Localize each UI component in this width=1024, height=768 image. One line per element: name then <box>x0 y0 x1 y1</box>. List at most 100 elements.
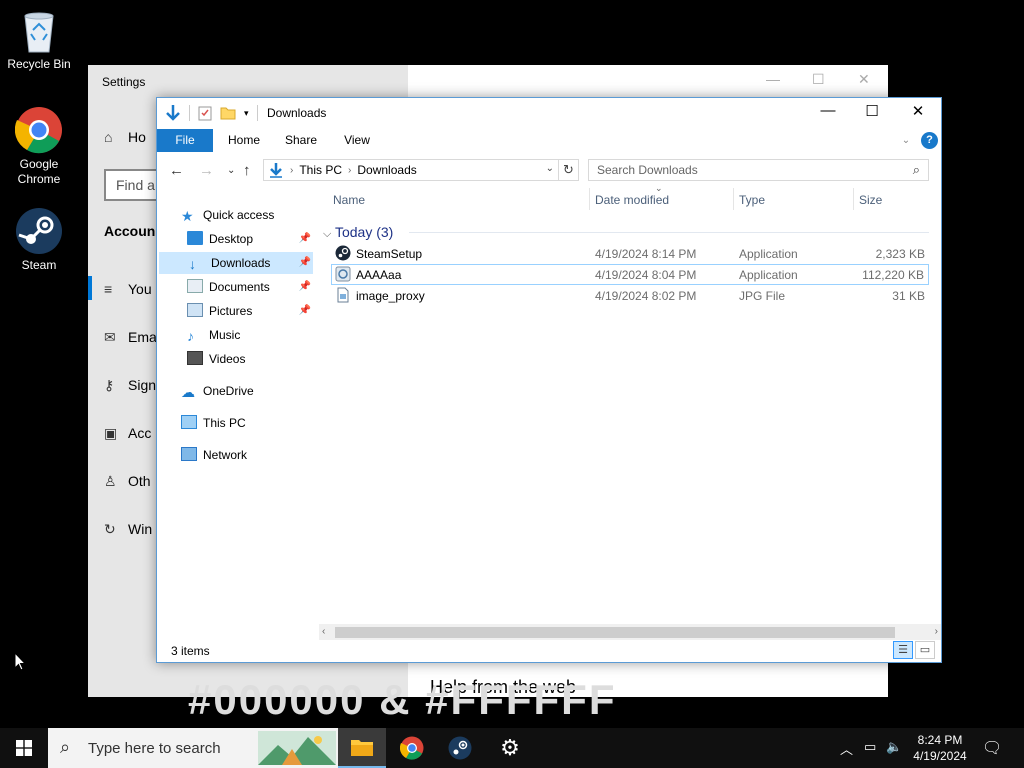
tray-overflow-chevron-icon[interactable]: ︿ <box>840 739 853 758</box>
taskbar-chrome[interactable] <box>388 728 436 768</box>
file-type: Application <box>739 268 798 282</box>
tab-file[interactable]: File <box>157 129 213 152</box>
settings-minimize-button[interactable]: — <box>766 71 780 87</box>
recent-locations-icon[interactable]: ⌄ <box>227 165 235 176</box>
settings-item-other-users[interactable]: ♙ Oth <box>104 473 151 490</box>
nav-onedrive[interactable]: ☁ OneDrive <box>181 380 254 402</box>
large-icons-view-icon[interactable]: ▭ <box>915 641 935 659</box>
briefcase-icon: ▣ <box>104 425 118 441</box>
tab-home[interactable]: Home <box>219 129 269 152</box>
settings-maximize-button[interactable]: ☐ <box>812 71 825 88</box>
column-header-name[interactable]: Name <box>333 193 365 207</box>
scrollbar-thumb[interactable] <box>335 627 895 638</box>
column-header-type[interactable]: Type <box>739 193 765 207</box>
nav-quick-access[interactable]: ★ Quick access <box>181 204 274 226</box>
taskbar-settings[interactable]: ⚙ <box>486 728 534 768</box>
nav-music[interactable]: ♪ Music <box>187 324 240 346</box>
desktop-icon-label: Recycle Bin <box>7 57 71 71</box>
volume-muted-icon[interactable]: 🔈 <box>886 739 902 755</box>
settings-item-access[interactable]: ▣ Acc <box>104 425 151 442</box>
table-row[interactable]: image_proxy 4/19/2024 8:02 PM JPG File 3… <box>331 286 929 307</box>
address-bar[interactable]: › This PC › Downloads ⌄ <box>263 159 559 181</box>
person-add-icon: ♙ <box>104 473 117 489</box>
pin-icon[interactable]: 📌 <box>299 228 311 250</box>
cloud-icon: ☁ <box>181 384 195 400</box>
scroll-right-icon[interactable]: › <box>935 624 938 640</box>
taskbar-search-box[interactable]: ⌕ Type here to search <box>48 728 338 768</box>
nav-documents[interactable]: Documents 📌 <box>187 276 313 298</box>
nav-desktop[interactable]: Desktop 📌 <box>187 228 313 250</box>
file-name: image_proxy <box>356 289 425 303</box>
column-header-date[interactable]: Date modified <box>595 193 669 207</box>
table-row[interactable]: AAAAaa 4/19/2024 8:04 PM Application 112… <box>331 264 929 285</box>
desktop-icon-chrome[interactable]: Google Chrome <box>1 106 77 187</box>
file-date: 4/19/2024 8:02 PM <box>595 289 697 303</box>
up-arrow-icon[interactable]: ↑ <box>243 162 251 179</box>
group-header-today[interactable]: ⌵ Today (3) <box>323 224 393 241</box>
scroll-left-icon[interactable]: ‹ <box>322 624 325 640</box>
windows-logo-icon <box>16 740 32 756</box>
address-dropdown-icon[interactable]: ⌄ <box>546 163 554 174</box>
table-row[interactable]: SteamSetup 4/19/2024 8:14 PM Application… <box>331 244 929 265</box>
qat-dropdown-icon[interactable]: ▾ <box>244 108 249 119</box>
view-switcher: ☰ ▭ <box>893 641 935 659</box>
back-arrow-icon[interactable]: ← <box>169 162 184 179</box>
notifications-icon[interactable]: 🗨 <box>982 738 1002 758</box>
close-button[interactable]: ✕ <box>895 102 941 120</box>
jpg-file-icon <box>337 287 349 303</box>
steam-icon <box>448 736 472 760</box>
taskbar-steam[interactable] <box>436 728 484 768</box>
settings-item-email[interactable]: ✉ Ema <box>104 329 157 346</box>
file-name: AAAAaa <box>356 268 402 282</box>
chrome-icon <box>14 106 63 154</box>
column-header-size[interactable]: Size <box>859 193 882 207</box>
maximize-button[interactable]: ☐ <box>849 102 895 120</box>
desktop-icon-label: Steam <box>21 258 57 272</box>
details-view-icon[interactable]: ☰ <box>893 641 913 659</box>
computer-icon <box>181 415 197 429</box>
breadcrumb-downloads[interactable]: Downloads <box>357 163 416 177</box>
help-icon[interactable]: ? <box>921 132 938 149</box>
tab-share[interactable]: Share <box>277 129 325 152</box>
downloads-icon: ↓ <box>189 256 196 272</box>
explorer-title: Downloads <box>267 106 327 120</box>
settings-item-your-info[interactable]: ≡ You <box>104 281 152 297</box>
file-name: SteamSetup <box>356 247 423 261</box>
pin-icon[interactable]: 📌 <box>299 252 311 274</box>
new-folder-icon[interactable] <box>220 106 236 120</box>
search-placeholder: Search Downloads <box>597 163 698 177</box>
file-explorer-window[interactable]: ▾ Downloads — ☐ ✕ File Home Share View ⌄… <box>156 97 942 663</box>
taskbar-clock[interactable]: 8:24 PM 4/19/2024 <box>906 732 974 764</box>
column-separator[interactable] <box>733 188 734 210</box>
column-separator[interactable] <box>589 188 590 210</box>
key-icon: ⚷ <box>104 377 115 393</box>
column-separator[interactable] <box>853 188 854 210</box>
settings-item-sign-in[interactable]: ⚷ Sign <box>104 377 156 394</box>
nav-this-pc[interactable]: This PC <box>181 412 246 434</box>
refresh-button[interactable]: ↻ <box>559 159 579 181</box>
search-input[interactable]: Search Downloads ⌕ <box>588 159 929 181</box>
nav-pictures[interactable]: Pictures 📌 <box>187 300 313 322</box>
settings-home[interactable]: ⌂ Ho <box>104 129 146 145</box>
horizontal-scrollbar[interactable]: ‹ › <box>319 624 941 640</box>
down-arrow-icon[interactable] <box>165 104 181 122</box>
pin-icon[interactable]: 📌 <box>299 300 311 322</box>
breadcrumb-this-pc[interactable]: This PC <box>299 163 342 177</box>
desktop-icon-recycle-bin[interactable]: Recycle Bin <box>1 8 77 72</box>
minimize-button[interactable]: — <box>805 102 851 119</box>
pin-icon[interactable]: 📌 <box>299 276 311 298</box>
taskbar-file-explorer[interactable] <box>338 728 386 768</box>
forward-arrow-icon[interactable]: → <box>199 162 214 179</box>
properties-icon[interactable] <box>198 105 212 121</box>
start-button[interactable] <box>0 728 48 768</box>
settings-item-sync[interactable]: ↻ Win <box>104 521 152 538</box>
tab-view[interactable]: View <box>333 129 381 152</box>
settings-close-button[interactable]: ✕ <box>858 71 870 88</box>
expand-ribbon-icon[interactable]: ⌄ <box>897 129 915 152</box>
status-item-count: 3 items <box>171 644 210 658</box>
nav-downloads[interactable]: ↓ Downloads 📌 <box>159 252 313 274</box>
nav-videos[interactable]: Videos <box>187 348 245 370</box>
nav-network[interactable]: Network <box>181 444 247 466</box>
desktop-icon-steam[interactable]: Steam <box>1 207 77 273</box>
network-status-icon[interactable]: ▭ <box>864 739 876 755</box>
